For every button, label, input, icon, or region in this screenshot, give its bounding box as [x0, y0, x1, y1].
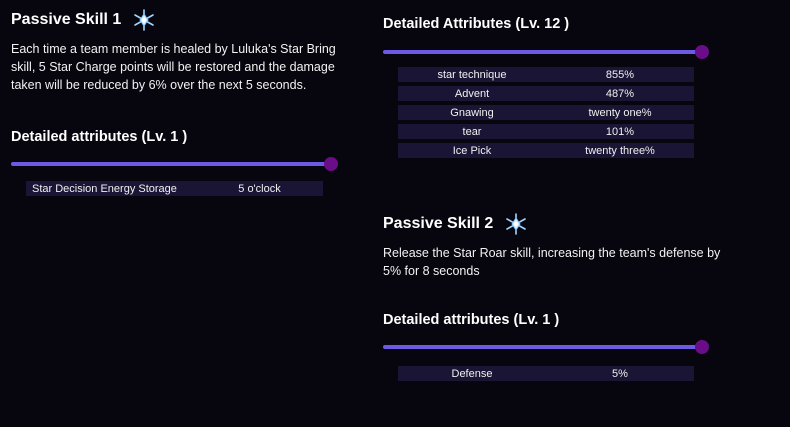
skill-title: Passive Skill 1: [11, 11, 122, 28]
slider-track: [11, 162, 331, 166]
attribute-value: 5%: [546, 366, 694, 381]
skill-title-row: Passive Skill 2: [383, 212, 723, 236]
skill-title-row: Passive Skill 1: [11, 8, 351, 32]
table-row: Advent 487%: [398, 86, 694, 101]
passive-skill-2-section: Passive Skill 2 Release the Star Roar sk…: [383, 212, 723, 385]
attribute-value: 5 o'clock: [196, 181, 323, 196]
attribute-value: 855%: [546, 67, 694, 82]
attribute-name: Advent: [398, 86, 546, 101]
table-row: Defense 5%: [398, 366, 694, 381]
table-row: Ice Pick twenty three%: [398, 143, 694, 158]
attributes-table: star technique 855% Advent 487% Gnawing …: [398, 63, 694, 162]
slider-knob[interactable]: [695, 340, 709, 354]
skill-title: Passive Skill 2: [383, 215, 494, 232]
slider-knob[interactable]: [324, 157, 338, 171]
attributes-title: Detailed attributes (Lv. 1 ): [11, 129, 188, 145]
attribute-name: tear: [398, 124, 546, 139]
attributes-table: Defense 5%: [398, 362, 694, 385]
table-row: Gnawing twenty one%: [398, 105, 694, 120]
attribute-name: Gnawing: [398, 105, 546, 120]
crystal-snowflake-icon: [506, 213, 527, 235]
attribute-name: Ice Pick: [398, 143, 546, 158]
attribute-value: twenty one%: [546, 105, 694, 120]
detailed-attributes-lv12-section: Detailed Attributes (Lv. 12 ) star techn…: [383, 16, 723, 162]
attribute-value: twenty three%: [546, 143, 694, 158]
slider-track: [383, 50, 702, 54]
attribute-name: star technique: [398, 67, 546, 82]
table-row: Star Decision Energy Storage 5 o'clock: [26, 181, 323, 196]
level-slider[interactable]: [11, 157, 338, 171]
attributes-table: Star Decision Energy Storage 5 o'clock: [26, 177, 323, 200]
attribute-value: 101%: [546, 124, 694, 139]
slider-track: [383, 345, 702, 349]
attribute-value: 487%: [546, 86, 694, 101]
table-row: tear 101%: [398, 124, 694, 139]
passive-skill-1-section: Passive Skill 1 Each time a team member …: [11, 8, 351, 200]
slider-knob[interactable]: [695, 45, 709, 59]
level-slider[interactable]: [383, 340, 709, 354]
attributes-title: Detailed Attributes (Lv. 12 ): [383, 16, 570, 32]
crystal-snowflake-icon: [134, 9, 155, 31]
attributes-title: Detailed attributes (Lv. 1 ): [383, 312, 560, 328]
skill-description: Release the Star Roar skill, increasing …: [383, 246, 721, 278]
skill-description: Each time a team member is healed by Lul…: [11, 42, 336, 92]
level-slider[interactable]: [383, 45, 709, 59]
attribute-name: Defense: [398, 366, 546, 381]
attribute-name: Star Decision Energy Storage: [26, 181, 196, 196]
table-row: star technique 855%: [398, 67, 694, 82]
